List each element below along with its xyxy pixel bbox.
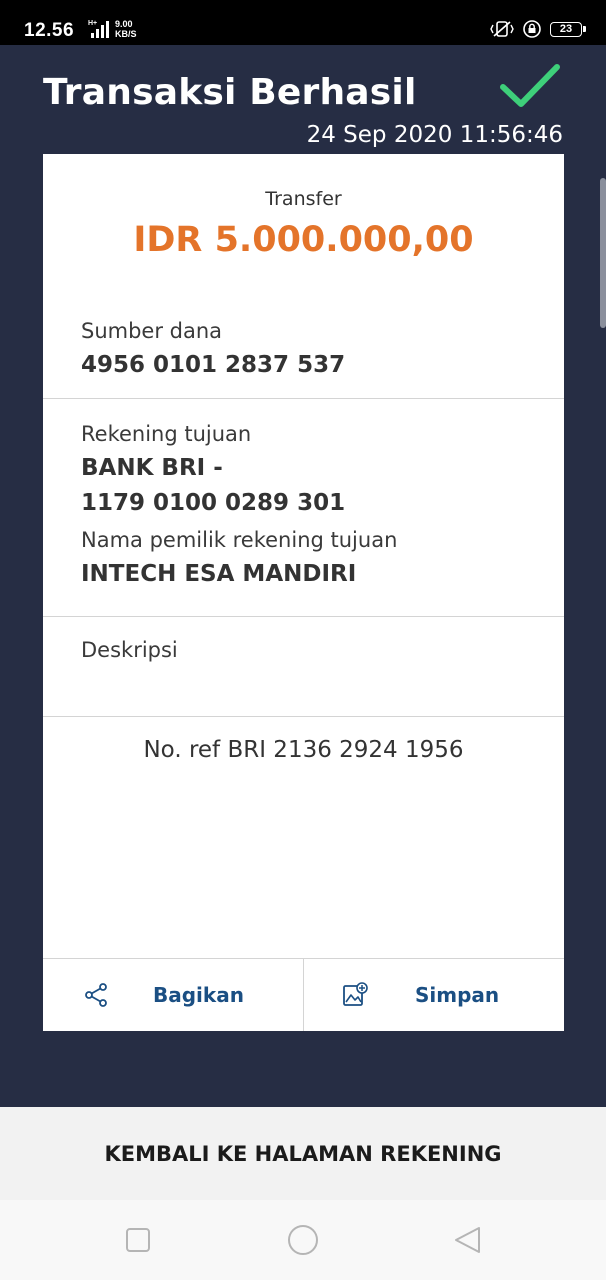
checkmark-icon	[500, 64, 560, 107]
save-image-icon	[343, 982, 368, 1006]
back-triangle-icon[interactable]	[450, 1222, 486, 1258]
battery-indicator: 23	[550, 21, 586, 37]
page-title: Transaksi Berhasil	[43, 72, 417, 113]
reference-number: No. ref BRI 2136 2924 1956	[143, 737, 464, 763]
scrollbar-thumb[interactable]	[600, 178, 606, 328]
destination-account-section: Rekening tujuan BANK BRI - 1179 0100 028…	[43, 399, 564, 617]
status-icons: 23	[490, 19, 586, 39]
description-section: Deskripsi	[43, 617, 564, 717]
network-type-label: H+	[88, 20, 97, 27]
vibrate-icon	[490, 21, 514, 37]
network-speed-value: 9.00	[115, 19, 133, 29]
description-label: Deskripsi	[81, 638, 178, 662]
back-to-account-button[interactable]: KEMBALI KE HALAMAN REKENING	[0, 1107, 606, 1200]
share-icon	[85, 983, 107, 1007]
transaction-amount: IDR 5.000.000,00	[133, 220, 474, 260]
share-label: Bagikan	[153, 983, 244, 1007]
source-account-label: Sumber dana	[81, 319, 223, 343]
account-owner-label: Nama pemilik rekening tujuan	[81, 528, 398, 552]
network-speed: 9.00 KB/S	[115, 19, 137, 39]
destination-bank: BANK BRI -	[81, 455, 223, 481]
home-circle-icon[interactable]	[285, 1222, 321, 1258]
receipt-header: Transfer IDR 5.000.000,00	[43, 154, 564, 274]
destination-account-number: 1179 0100 0289 301	[81, 490, 346, 516]
network-speed-unit: KB/S	[115, 29, 137, 39]
signal-icon: H+	[88, 20, 109, 38]
system-nav-bar	[0, 1200, 606, 1280]
share-button[interactable]: Bagikan	[43, 959, 303, 1031]
source-account-section: Sumber dana 4956 0101 2837 537	[43, 274, 564, 399]
source-account-number: 4956 0101 2837 537	[81, 352, 346, 378]
status-time: 12.56	[24, 20, 75, 41]
transaction-type: Transfer	[265, 188, 342, 210]
recents-square-icon[interactable]	[120, 1222, 156, 1258]
account-owner-name: INTECH ESA MANDIRI	[81, 561, 357, 587]
status-bar: 12.56 H+ 9.00 KB/S 23	[0, 0, 606, 45]
receipt-actions: Bagikan Simpan	[43, 958, 564, 1031]
save-label: Simpan	[415, 983, 500, 1007]
save-button[interactable]: Simpan	[303, 959, 564, 1031]
rotation-lock-icon	[523, 20, 541, 38]
receipt-card: Transfer IDR 5.000.000,00 Sumber dana 49…	[43, 154, 564, 1031]
transaction-timestamp: 24 Sep 2020 11:56:46	[302, 122, 563, 148]
destination-account-label: Rekening tujuan	[81, 422, 252, 446]
